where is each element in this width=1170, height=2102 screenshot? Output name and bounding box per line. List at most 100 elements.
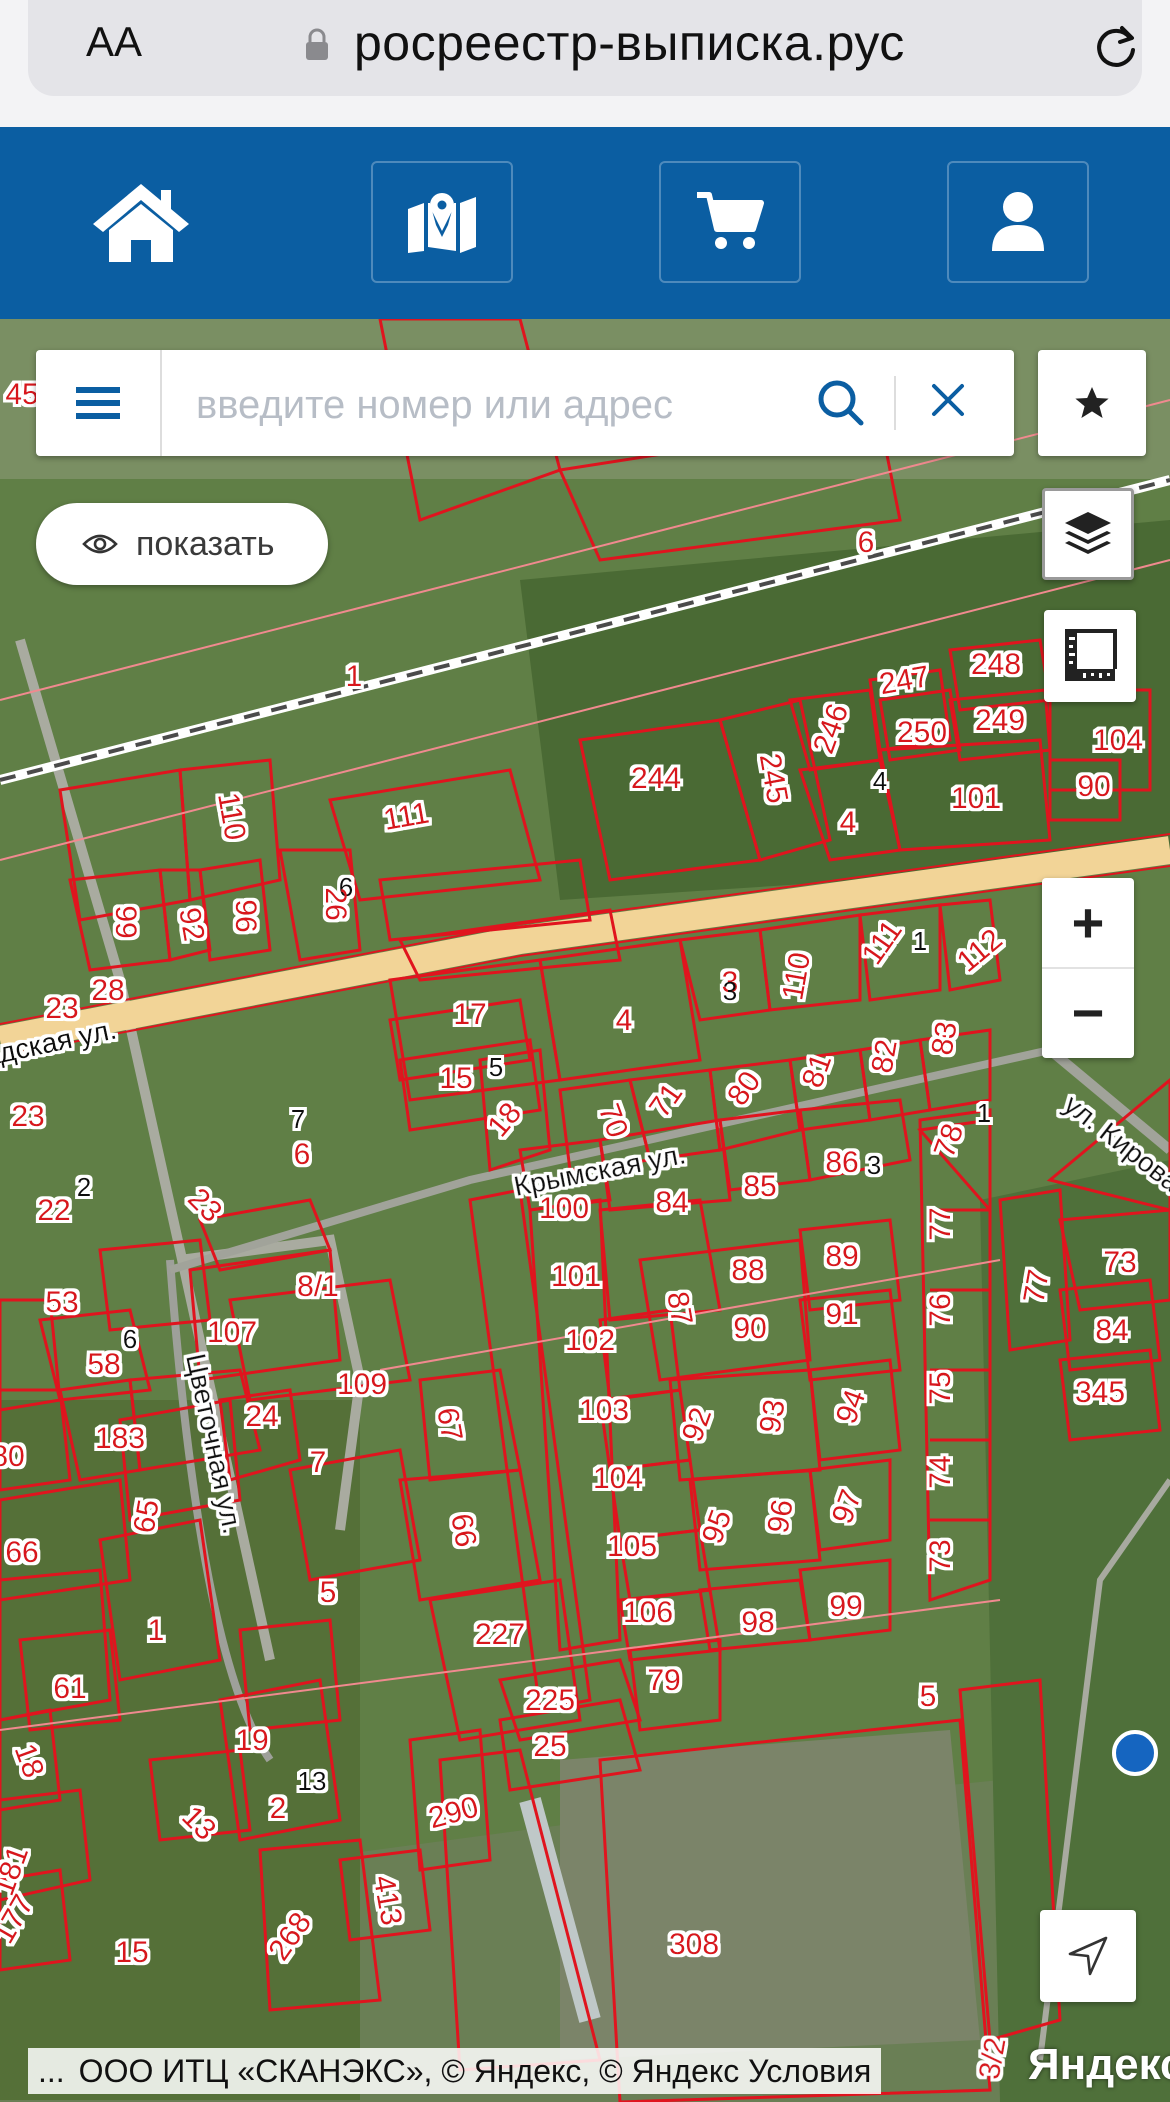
nav-cart-button[interactable] bbox=[659, 161, 801, 283]
show-button[interactable]: показать bbox=[36, 503, 328, 585]
parcel-label: 82 bbox=[865, 1037, 903, 1076]
attribution-text: ООО ИТЦ «СКАНЭКС», © Яндекс, © Яндекс Ус… bbox=[78, 2053, 872, 2089]
parcel-label: 17 bbox=[453, 998, 486, 1031]
parcel-label: 106 bbox=[623, 1596, 673, 1629]
parcel-label: 66 bbox=[5, 1536, 38, 1569]
parcel-label: 66 bbox=[444, 1511, 482, 1550]
parcel-label: 104 bbox=[593, 1462, 643, 1495]
parcel-label: 5 bbox=[489, 1052, 503, 1082]
parcel-label: 345 bbox=[1075, 1376, 1125, 1409]
parcel-label: 45 bbox=[5, 378, 38, 411]
parcel-label: 88 bbox=[731, 1254, 764, 1287]
zoom-out-button[interactable]: − bbox=[1042, 968, 1134, 1057]
parcel-label: 86 bbox=[825, 1146, 858, 1179]
location-marker[interactable] bbox=[1112, 1730, 1158, 1776]
navigation-arrow-icon bbox=[1068, 1936, 1108, 1976]
lock-icon bbox=[306, 28, 328, 60]
parcel-label: 87 bbox=[660, 1289, 698, 1328]
parcel-label: 3 bbox=[723, 976, 737, 1006]
parcel-label: 4 bbox=[616, 1004, 633, 1037]
parcel-label: 84 bbox=[655, 1186, 688, 1219]
parcel-label: 65 bbox=[127, 1497, 165, 1536]
close-icon[interactable] bbox=[930, 382, 966, 418]
parcel-label: 89 bbox=[825, 1240, 858, 1273]
parcel-label: 67 bbox=[430, 1405, 468, 1444]
parcel-label: 24 bbox=[245, 1400, 278, 1433]
parcel-label: 3 bbox=[867, 1150, 881, 1180]
nav-map-button[interactable] bbox=[371, 161, 513, 283]
parcel-label: 91 bbox=[825, 1298, 858, 1331]
parcel-label: 77 bbox=[924, 1207, 957, 1240]
star-icon bbox=[1075, 387, 1109, 418]
parcel-label: 1 bbox=[346, 660, 363, 693]
parcel-label: 80 bbox=[0, 1440, 25, 1473]
parcel-label: 74 bbox=[924, 1455, 957, 1488]
search-icon[interactable] bbox=[816, 378, 866, 428]
favorites-button[interactable] bbox=[1038, 350, 1146, 456]
parcel-label: 22 bbox=[37, 1194, 70, 1227]
browser-bar: AA росреестр-выписка.рус bbox=[0, 0, 1170, 128]
parcel-label: 58 bbox=[87, 1348, 120, 1381]
zoom-in-button[interactable]: + bbox=[1042, 878, 1134, 969]
parcel-label: 250 bbox=[897, 716, 947, 749]
parcel-label: 1 bbox=[148, 1614, 165, 1647]
parcel-label: 6 bbox=[294, 1138, 311, 1171]
reload-icon[interactable] bbox=[1090, 20, 1142, 72]
parcel-label: 15 bbox=[115, 1936, 148, 1969]
parcel-label: 107 bbox=[207, 1316, 257, 1349]
search-bar bbox=[36, 350, 1014, 456]
parcel-label: 248 bbox=[971, 648, 1021, 681]
parcel-label: 73 bbox=[924, 1539, 957, 1572]
search-input[interactable] bbox=[194, 376, 818, 434]
parcel-label: 183 bbox=[95, 1422, 145, 1455]
parcel-label: 75 bbox=[924, 1371, 957, 1404]
parcel-label: 2 bbox=[77, 1172, 91, 1202]
layers-icon bbox=[1065, 512, 1111, 554]
parcel-label: 249 bbox=[975, 704, 1025, 737]
attribution-ellipsis[interactable]: ... bbox=[38, 2053, 65, 2089]
layers-button[interactable] bbox=[1042, 488, 1134, 580]
parcel-label: 6 bbox=[858, 526, 875, 559]
parcel-label: 227 bbox=[475, 1618, 525, 1651]
parcel-label: 2 bbox=[270, 1792, 287, 1825]
nav-home-button[interactable] bbox=[70, 161, 212, 283]
parcel-label: 19 bbox=[235, 1724, 268, 1757]
parcel-label: 76 bbox=[924, 1293, 957, 1326]
url-field[interactable]: AA росреестр-выписка.рус bbox=[28, 0, 1142, 96]
satellite-map-layer[interactable]: адская ул. Крымская ул. Цветочная ул. ул… bbox=[0, 319, 1170, 2102]
parcel-label: 23 bbox=[11, 1100, 44, 1133]
parcel-label: 1 bbox=[977, 1098, 991, 1128]
ruler-button[interactable] bbox=[1044, 610, 1136, 702]
cadastral-map[interactable]: адская ул. Крымская ул. Цветочная ул. ул… bbox=[0, 319, 1170, 2102]
user-icon bbox=[992, 192, 1044, 251]
search-separator bbox=[894, 376, 896, 430]
parcel-label: 73 bbox=[1103, 1246, 1136, 1279]
parcel-label: 244 bbox=[631, 762, 681, 795]
hamburger-icon bbox=[76, 387, 120, 419]
nav-account-button[interactable] bbox=[947, 161, 1089, 283]
geolocation-button[interactable] bbox=[1040, 1910, 1136, 2002]
parcel-label: 99 bbox=[109, 905, 142, 938]
show-button-label: показать bbox=[136, 524, 275, 563]
parcel-label: 96 bbox=[229, 899, 262, 932]
parcel-label: 225 bbox=[525, 1684, 575, 1717]
parcel-label: 8/1 bbox=[297, 1270, 339, 1303]
parcel-label: 28 bbox=[91, 974, 124, 1007]
parcel-label: 99 bbox=[829, 1590, 862, 1623]
parcel-label: 61 bbox=[53, 1672, 86, 1705]
parcel-label: 77 bbox=[1017, 1267, 1055, 1306]
menu-button[interactable] bbox=[36, 350, 162, 456]
text-size-button[interactable]: AA bbox=[86, 18, 142, 66]
app-nav bbox=[0, 127, 1170, 319]
parcel-label: 4 bbox=[873, 766, 887, 796]
parcel-label: 103 bbox=[579, 1394, 629, 1427]
parcel-label: 53 bbox=[45, 1286, 78, 1319]
parcel-label: 90 bbox=[733, 1312, 766, 1345]
parcel-label: 308 bbox=[669, 1928, 719, 1961]
parcel-label: 109 bbox=[337, 1368, 387, 1401]
parcel-label: 83 bbox=[925, 1019, 963, 1058]
home-icon bbox=[93, 184, 189, 262]
parcel-label: 5 bbox=[320, 1576, 337, 1609]
map-attribution[interactable]: ... ООО ИТЦ «СКАНЭКС», © Яндекс, © Яндекс… bbox=[28, 2048, 882, 2094]
parcel-label: 7 bbox=[291, 1104, 305, 1134]
